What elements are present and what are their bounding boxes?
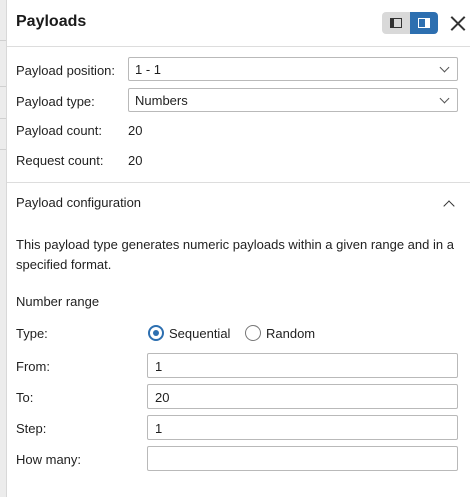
- radio-sequential-label: Sequential: [169, 325, 231, 341]
- radio-unchecked-icon: [245, 325, 261, 341]
- section-description: This payload type generates numeric payl…: [16, 237, 454, 272]
- section-divider: [7, 182, 470, 183]
- layout-right-button[interactable]: [410, 12, 438, 34]
- from-label: From:: [16, 359, 50, 374]
- panel-header: Payloads: [7, 0, 470, 47]
- step-label: Step:: [16, 421, 47, 436]
- close-icon[interactable]: [448, 12, 468, 34]
- edge-divider: [0, 86, 6, 87]
- payloads-panel: Payloads Payload position: 1 - 1 Payload…: [7, 0, 470, 497]
- page-title: Payloads: [16, 13, 87, 30]
- payload-count-label: Payload count:: [16, 123, 103, 138]
- to-label: To:: [16, 390, 34, 405]
- chevron-down-icon: [439, 93, 450, 104]
- payload-type-select[interactable]: Numbers: [128, 88, 458, 112]
- radio-random-label: Random: [266, 325, 316, 341]
- layout-left-button[interactable]: [382, 12, 410, 34]
- payload-count-value: 20: [128, 123, 143, 138]
- left-edge-strip: [0, 0, 7, 497]
- radio-checked-icon: [148, 325, 164, 341]
- chevron-up-icon[interactable]: [439, 196, 459, 212]
- how-many-label: How many:: [16, 452, 82, 467]
- step-field[interactable]: 1: [147, 415, 458, 440]
- edge-divider: [0, 118, 6, 119]
- layout-left-icon: [390, 18, 402, 28]
- layout-toggle: [382, 12, 438, 34]
- number-range-heading: Number range: [16, 294, 100, 309]
- payload-position-value: 1 - 1: [135, 62, 162, 77]
- payload-type-label: Payload type:: [16, 94, 95, 109]
- layout-right-icon: [418, 18, 430, 28]
- payload-type-value: Numbers: [135, 93, 188, 108]
- radio-random[interactable]: Random: [245, 323, 315, 343]
- to-field[interactable]: 20: [147, 384, 458, 409]
- payload-position-label: Payload position:: [16, 63, 116, 78]
- payload-position-select[interactable]: 1 - 1: [128, 57, 458, 81]
- edge-divider: [0, 149, 6, 150]
- radio-sequential[interactable]: Sequential: [148, 323, 230, 343]
- from-field[interactable]: 1: [147, 353, 458, 378]
- edge-divider: [0, 40, 6, 41]
- chevron-down-icon: [439, 62, 450, 73]
- request-count-label: Request count:: [16, 153, 104, 168]
- type-label: Type:: [16, 326, 48, 341]
- section-title: Payload configuration: [16, 195, 142, 210]
- request-count-value: 20: [128, 153, 143, 168]
- how-many-field[interactable]: [147, 446, 458, 471]
